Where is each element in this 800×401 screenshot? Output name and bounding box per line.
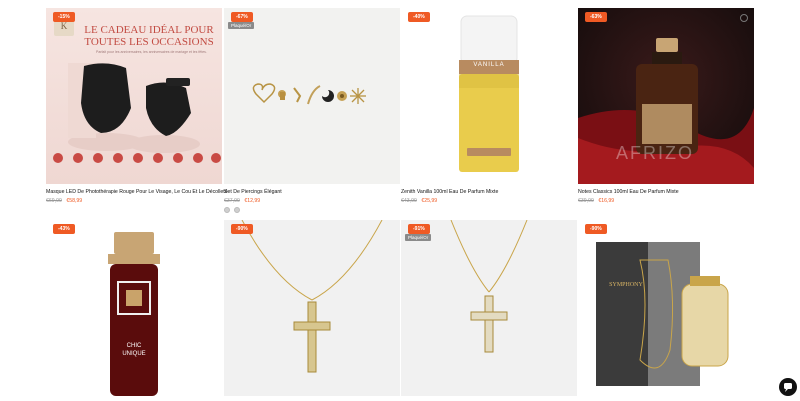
box-label: SYMPHONY — [609, 282, 643, 288]
watermark: AFRIZO — [616, 143, 694, 163]
discount-badge: -43% — [53, 224, 75, 234]
perfume-box-illustration — [596, 242, 729, 386]
product-title[interactable]: Notes Classics 100ml Eau De Parfum Mixte — [578, 189, 679, 195]
discount-badge: -90% — [231, 224, 253, 234]
product-image[interactable]: VANILLA -40% — [401, 8, 577, 184]
price-row: €37,99 €12,99 — [224, 198, 260, 204]
perfume-bottle-illustration — [459, 15, 519, 172]
product-image[interactable]: -90% — [224, 220, 400, 396]
discount-badge: -63% — [585, 12, 607, 22]
swatch[interactable] — [224, 207, 230, 213]
old-price: €37,99 — [224, 198, 240, 204]
product-title[interactable]: Zenith Vanilla 100ml Eau De Parfum Mixte — [401, 189, 498, 195]
discount-badge: -91% — [408, 224, 430, 234]
cross-necklace-illustration — [450, 220, 528, 353]
sale-price: €25,99 — [421, 198, 438, 204]
price-row: €39,99 €16,99 — [578, 198, 614, 204]
perfume-bottle-illustration — [108, 232, 160, 396]
product-image[interactable]: SYMPHONY -90% — [578, 220, 754, 396]
product-image[interactable]: CHIC UNIQUE -43% — [46, 220, 222, 396]
swatch[interactable] — [234, 207, 240, 213]
old-price: €39,99 — [578, 198, 594, 204]
old-price: €43,99 — [401, 198, 417, 204]
product-image[interactable]: -91% Plaqué/Or — [401, 220, 577, 396]
piercings-illustration — [252, 83, 366, 105]
sale-price: €58,99 — [66, 198, 83, 204]
sale-price: €16,99 — [598, 198, 615, 204]
price-row: €69,99 €58,99 — [46, 198, 82, 204]
product-image[interactable]: AFRIZO -63% — [578, 8, 754, 184]
chat-bubble-icon[interactable] — [779, 378, 797, 396]
product-image[interactable]: -67% Plaqué/Or — [224, 8, 400, 184]
material-tag: Plaqué/Or — [228, 22, 255, 29]
sale-price: €12,99 — [244, 198, 261, 204]
product-title[interactable]: Masque LED De Photothérapie Rouge Pour L… — [46, 189, 228, 195]
led-mask-illustration — [53, 63, 221, 163]
wishlist-icon[interactable] — [740, 14, 748, 22]
cross-necklace-illustration — [241, 220, 383, 373]
bottle-label: VANILLA — [473, 62, 505, 68]
price-row: €43,99 €25,99 — [401, 198, 437, 204]
discount-badge: -15% — [53, 12, 75, 22]
old-price: €69,99 — [46, 198, 62, 204]
discount-badge: -90% — [585, 224, 607, 234]
product-title[interactable]: Set De Piercings Élégant — [224, 189, 282, 195]
chat-icon — [784, 383, 792, 392]
bottle-label-2: UNIQUE — [122, 351, 146, 357]
material-tag: Plaqué/Or — [405, 234, 432, 241]
color-swatches — [224, 207, 240, 213]
product-image[interactable]: K LE CADEAU IDÉAL POUR TOUTES LES OCCASI… — [46, 8, 222, 184]
discount-badge: -40% — [408, 12, 430, 22]
discount-badge: -67% — [231, 12, 253, 22]
bottle-label-1: CHIC — [126, 343, 142, 349]
